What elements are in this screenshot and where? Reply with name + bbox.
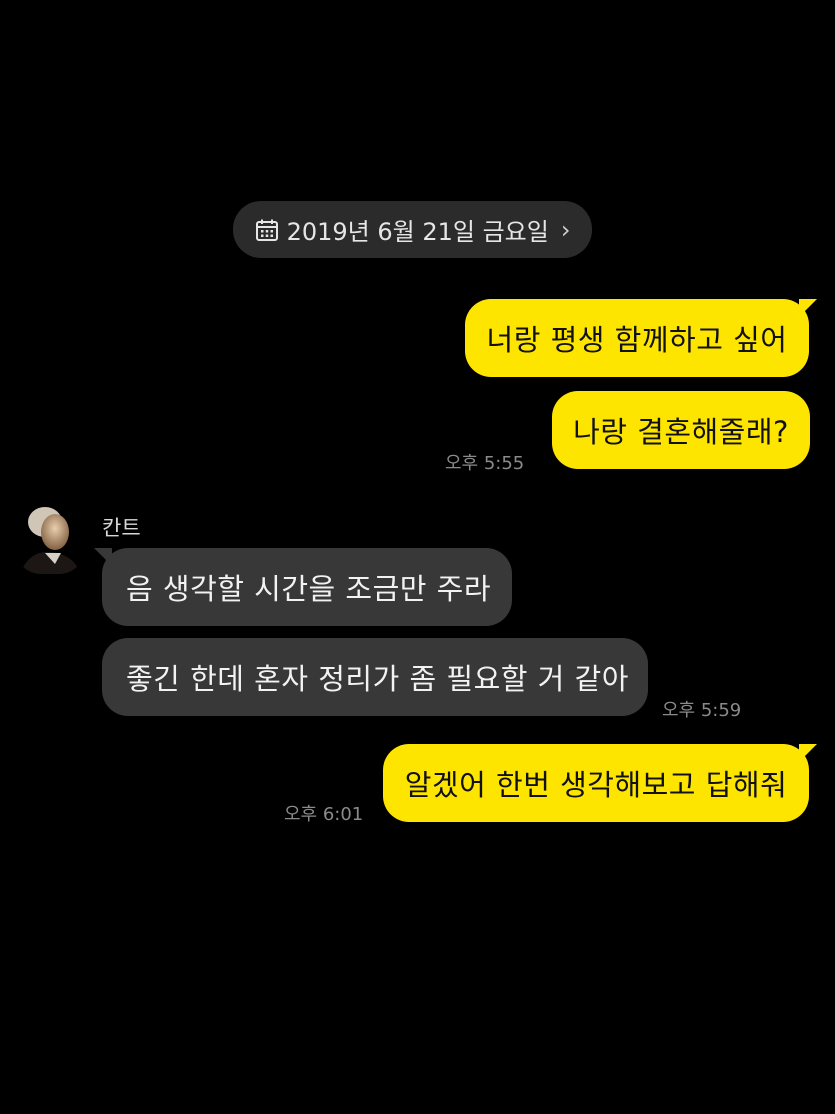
- message-timestamp: 오후 5:59: [662, 700, 742, 721]
- message-timestamp: 오후 5:55: [445, 453, 525, 474]
- message-text: 음 생각할 시간을 조금만 주라: [126, 572, 492, 606]
- message-text: 나랑 결혼해줄래?: [573, 415, 789, 449]
- sender-name: 칸트: [102, 516, 141, 540]
- message-text: 너랑 평생 함께하고 싶어: [486, 323, 788, 357]
- date-label: 2019년 6월 21일 금요일: [286, 218, 549, 246]
- contact-message-bubble[interactable]: 좋긴 한데 혼자 정리가 좀 필요할 거 같아: [102, 638, 648, 716]
- message-text: 좋긴 한데 혼자 정리가 좀 필요할 거 같아: [126, 662, 629, 696]
- calendar-icon: [255, 218, 279, 242]
- avatar[interactable]: [15, 498, 85, 574]
- message-text: 알겠어 한번 생각해보고 답해줘: [404, 768, 788, 802]
- date-divider[interactable]: 2019년 6월 21일 금요일 ›: [233, 201, 592, 258]
- my-message-bubble[interactable]: 나랑 결혼해줄래?: [552, 391, 810, 469]
- my-message-bubble[interactable]: 알겠어 한번 생각해보고 답해줘: [383, 744, 817, 822]
- my-message-bubble[interactable]: 너랑 평생 함께하고 싶어: [465, 299, 817, 377]
- contact-message-bubble[interactable]: 음 생각할 시간을 조금만 주라: [94, 548, 512, 626]
- message-timestamp: 오후 6:01: [284, 804, 364, 825]
- chevron-right-icon: ›: [560, 215, 571, 244]
